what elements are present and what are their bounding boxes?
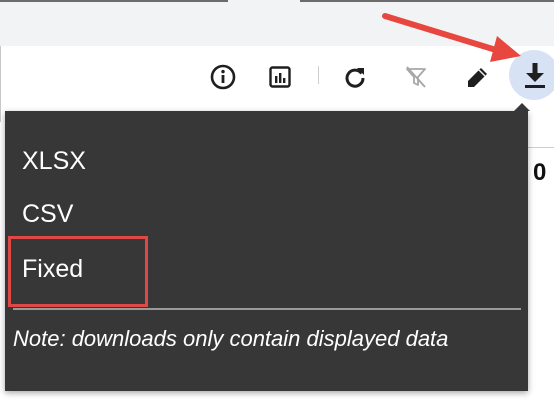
clear-filter-icon xyxy=(406,66,426,88)
grid-header-line xyxy=(528,147,554,148)
download-button[interactable] xyxy=(509,50,554,100)
menu-divider xyxy=(13,308,521,310)
clear-filter-button[interactable] xyxy=(401,62,431,92)
chart-icon xyxy=(269,66,291,88)
menu-caret xyxy=(514,103,530,111)
download-icon xyxy=(525,63,545,88)
toolbar-separator xyxy=(318,66,319,84)
info-icon xyxy=(210,64,236,90)
page-header-band xyxy=(0,0,554,46)
refresh-icon xyxy=(345,68,365,88)
top-border-left xyxy=(0,0,228,2)
chart-button[interactable] xyxy=(265,62,295,92)
top-border-right xyxy=(300,0,554,2)
refresh-button[interactable] xyxy=(340,62,370,92)
menu-note: Note: downloads only contain displayed d… xyxy=(13,326,449,351)
edit-button[interactable] xyxy=(463,62,493,92)
grid-partial-value: 0 xyxy=(533,159,547,186)
menu-item-csv[interactable]: CSV xyxy=(22,199,73,229)
fixed-highlight-box xyxy=(8,236,148,307)
info-button[interactable] xyxy=(208,62,238,92)
menu-item-xlsx[interactable]: XLSX xyxy=(22,146,86,176)
edit-icon xyxy=(468,68,487,87)
